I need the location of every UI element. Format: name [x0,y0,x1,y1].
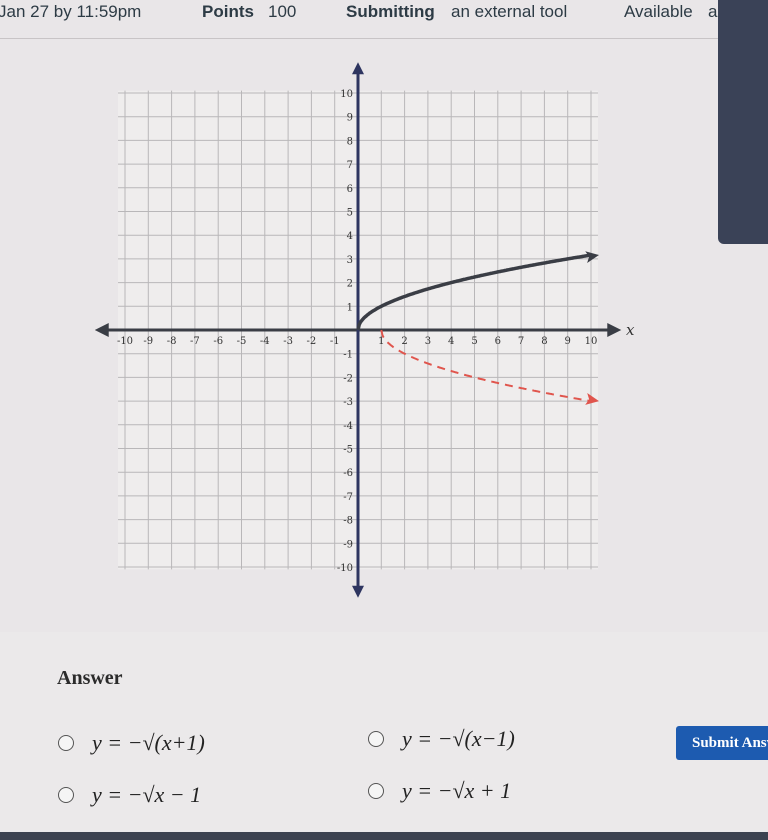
x-tick-label: 4 [448,336,454,347]
answer-option-2[interactable]: y = −√(x−1) [368,726,515,752]
option-label: y = −√x + 1 [402,778,512,803]
coordinate-graph: -10 -9 -8 -7 -6 -5 -4 -3 -2 -1 1 2 3 4 5 6 7 8 9 10 -10 -9 -8 -… [94,55,635,605]
x-tick-label: -4 [260,336,270,347]
y-tick-label: -2 [343,373,353,384]
y-tick-label: -1 [343,350,353,361]
x-tick-label: 5 [471,336,477,347]
x-tick-label: -9 [143,336,153,347]
y-tick-label: 5 [347,208,353,219]
assignment-details-bar: Jan 27 by 11:59pm Points 100 Submitting … [0,0,768,39]
x-tick-label: -2 [307,336,317,347]
y-tick-label: 4 [347,231,353,242]
option-label: y = −√(x−1) [402,726,515,751]
x-tick-label: -3 [283,336,293,347]
y-tick-label: -8 [343,516,353,527]
x-tick-label: -10 [117,336,133,347]
option-label: y = −√(x+1) [92,730,205,755]
bottom-bar [0,832,768,840]
y-tick-label: 7 [347,160,353,171]
x-tick-label: -7 [190,336,200,347]
y-tick-label: 6 [347,184,353,195]
submitting-value: an external tool [451,2,568,21]
x-axis-arrow-right [607,323,622,337]
available-value: a [708,2,718,21]
y-tick-label: -10 [337,563,353,574]
answer-option-4[interactable]: y = −√x + 1 [368,778,511,804]
side-panel [718,0,768,244]
x-tick-label: 8 [541,336,547,347]
y-tick-label: -4 [343,421,353,432]
x-tick-label: 7 [518,336,524,347]
x-tick-label: 2 [401,336,407,347]
points-value: 100 [268,2,297,21]
graph-svg: -10 -9 -8 -7 -6 -5 -4 -3 -2 -1 1 2 3 4 5 6 7 8 9 10 -10 -9 -8 -… [94,62,635,598]
answer-option-1[interactable]: y = −√(x+1) [58,730,205,756]
y-tick-label: 10 [340,89,353,100]
radio-button[interactable] [368,783,384,799]
y-tick-label: -9 [343,539,353,550]
y-tick-label: 1 [347,302,353,313]
y-tick-label: 9 [347,113,353,124]
y-tick-label: 8 [347,136,353,147]
x-tick-label: 9 [565,336,571,347]
y-axis-arrow-up [352,62,364,75]
x-tick-label: -8 [167,336,177,347]
x-tick-label: -5 [237,336,247,347]
x-tick-label: -1 [330,336,340,347]
x-axis-arrow-left [94,323,109,337]
x-tick-label: 3 [425,336,431,347]
points-label: Points [202,2,254,21]
available-label: Available [624,2,693,21]
submitting-label: Submitting [346,2,435,21]
answer-option-3[interactable]: y = −√x − 1 [58,782,201,808]
y-tick-label: -6 [343,468,353,479]
radio-button[interactable] [58,787,74,803]
y-tick-label: -5 [343,445,353,456]
x-tick-label: -6 [213,336,223,347]
answer-title: Answer [57,667,123,689]
x-tick-label: 6 [495,336,501,347]
radio-button[interactable] [368,731,384,747]
radio-button[interactable] [58,735,74,751]
y-tick-label: 3 [347,255,353,266]
y-axis-arrow-down [352,585,364,598]
option-label: y = −√x − 1 [92,782,202,807]
submit-answer-button[interactable]: Submit Answer [676,726,768,760]
y-tick-label: -7 [343,492,353,503]
x-tick-label: 10 [585,336,598,347]
y-tick-label: 2 [347,279,353,290]
due-date: Jan 27 by 11:59pm [0,2,142,21]
x-axis-label: x [626,321,635,339]
y-tick-label: -3 [343,397,353,408]
